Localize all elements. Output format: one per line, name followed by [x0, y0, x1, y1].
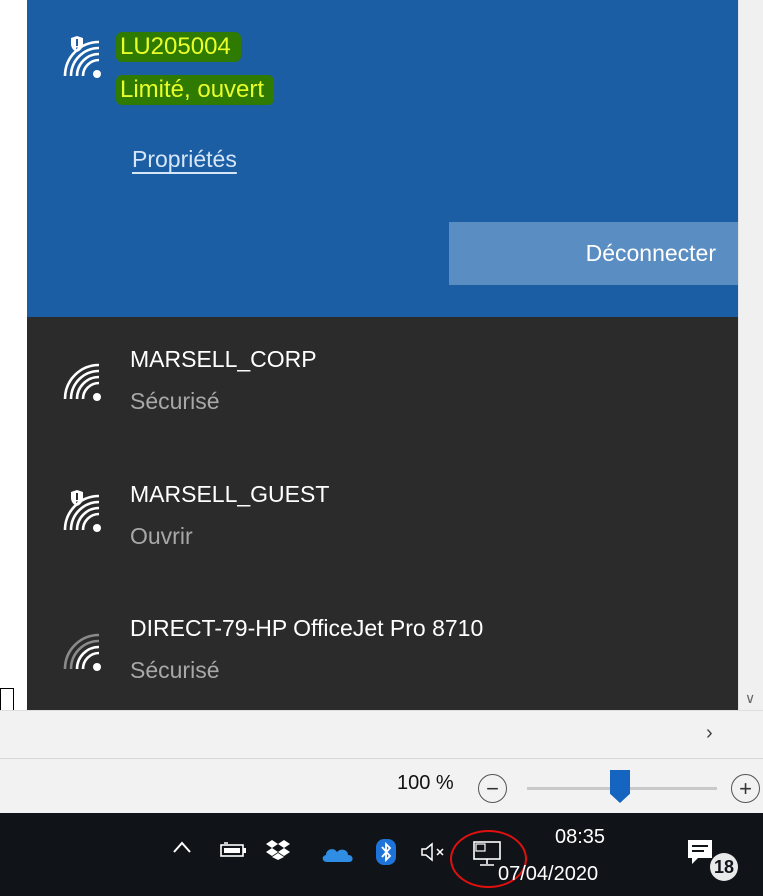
network-status: Sécurisé [130, 657, 220, 683]
network-status: Ouvrir [130, 523, 193, 549]
chevron-right-icon[interactable]: › [706, 722, 713, 745]
screenshot-root: LU205004 Limité, ouvert Propriétés Décon… [0, 0, 763, 896]
zoom-bar [0, 758, 763, 813]
notification-count-badge: 18 [710, 853, 738, 881]
scroll-down-icon[interactable]: ∨ [745, 690, 755, 707]
available-networks-list: MARSELL_CORP Sécurisé MARSELL_GUEST Ouvr… [27, 317, 738, 710]
network-status: Sécurisé [130, 388, 220, 414]
connected-network-status: Limité, ouvert [116, 75, 275, 105]
volume-muted-icon[interactable] [420, 842, 450, 867]
wifi-shield-icon [47, 474, 105, 532]
vertical-scrollbar[interactable] [738, 0, 763, 712]
network-name: MARSELL_GUEST [130, 481, 330, 507]
network-item-marsell-guest[interactable]: MARSELL_GUEST Ouvrir [27, 452, 738, 582]
wifi-weak-icon [47, 613, 105, 671]
wifi-icon [47, 343, 105, 401]
zoom-level-label: 100 % [397, 772, 454, 794]
status-area [0, 710, 763, 758]
connected-network-panel[interactable]: LU205004 Limité, ouvert Propriétés Décon… [27, 0, 738, 317]
properties-link[interactable]: Propriétés [132, 146, 237, 173]
disconnect-button[interactable]: Déconnecter [449, 222, 738, 285]
connected-network-name: LU205004 [116, 32, 241, 62]
onedrive-icon[interactable] [321, 845, 355, 868]
clock-date[interactable]: 07/04/2020 [498, 863, 598, 886]
network-name: MARSELL_CORP [130, 346, 317, 372]
zoom-out-button[interactable]: − [478, 774, 507, 803]
dropbox-icon[interactable] [265, 839, 291, 866]
zoom-in-button[interactable]: + [731, 774, 760, 803]
network-item-direct-hp[interactable]: DIRECT-79-HP OfficeJet Pro 8710 Sécurisé [27, 585, 738, 715]
chevron-up-icon[interactable] [172, 840, 192, 859]
battery-icon[interactable] [220, 842, 248, 863]
bluetooth-icon[interactable] [376, 839, 396, 870]
network-name: DIRECT-79-HP OfficeJet Pro 8710 [130, 615, 484, 641]
network-flyout: LU205004 Limité, ouvert Propriétés Décon… [27, 0, 738, 710]
wifi-shield-icon [47, 20, 105, 78]
clock-time[interactable]: 08:35 [555, 826, 605, 849]
network-item-marsell-corp[interactable]: MARSELL_CORP Sécurisé [27, 317, 738, 447]
